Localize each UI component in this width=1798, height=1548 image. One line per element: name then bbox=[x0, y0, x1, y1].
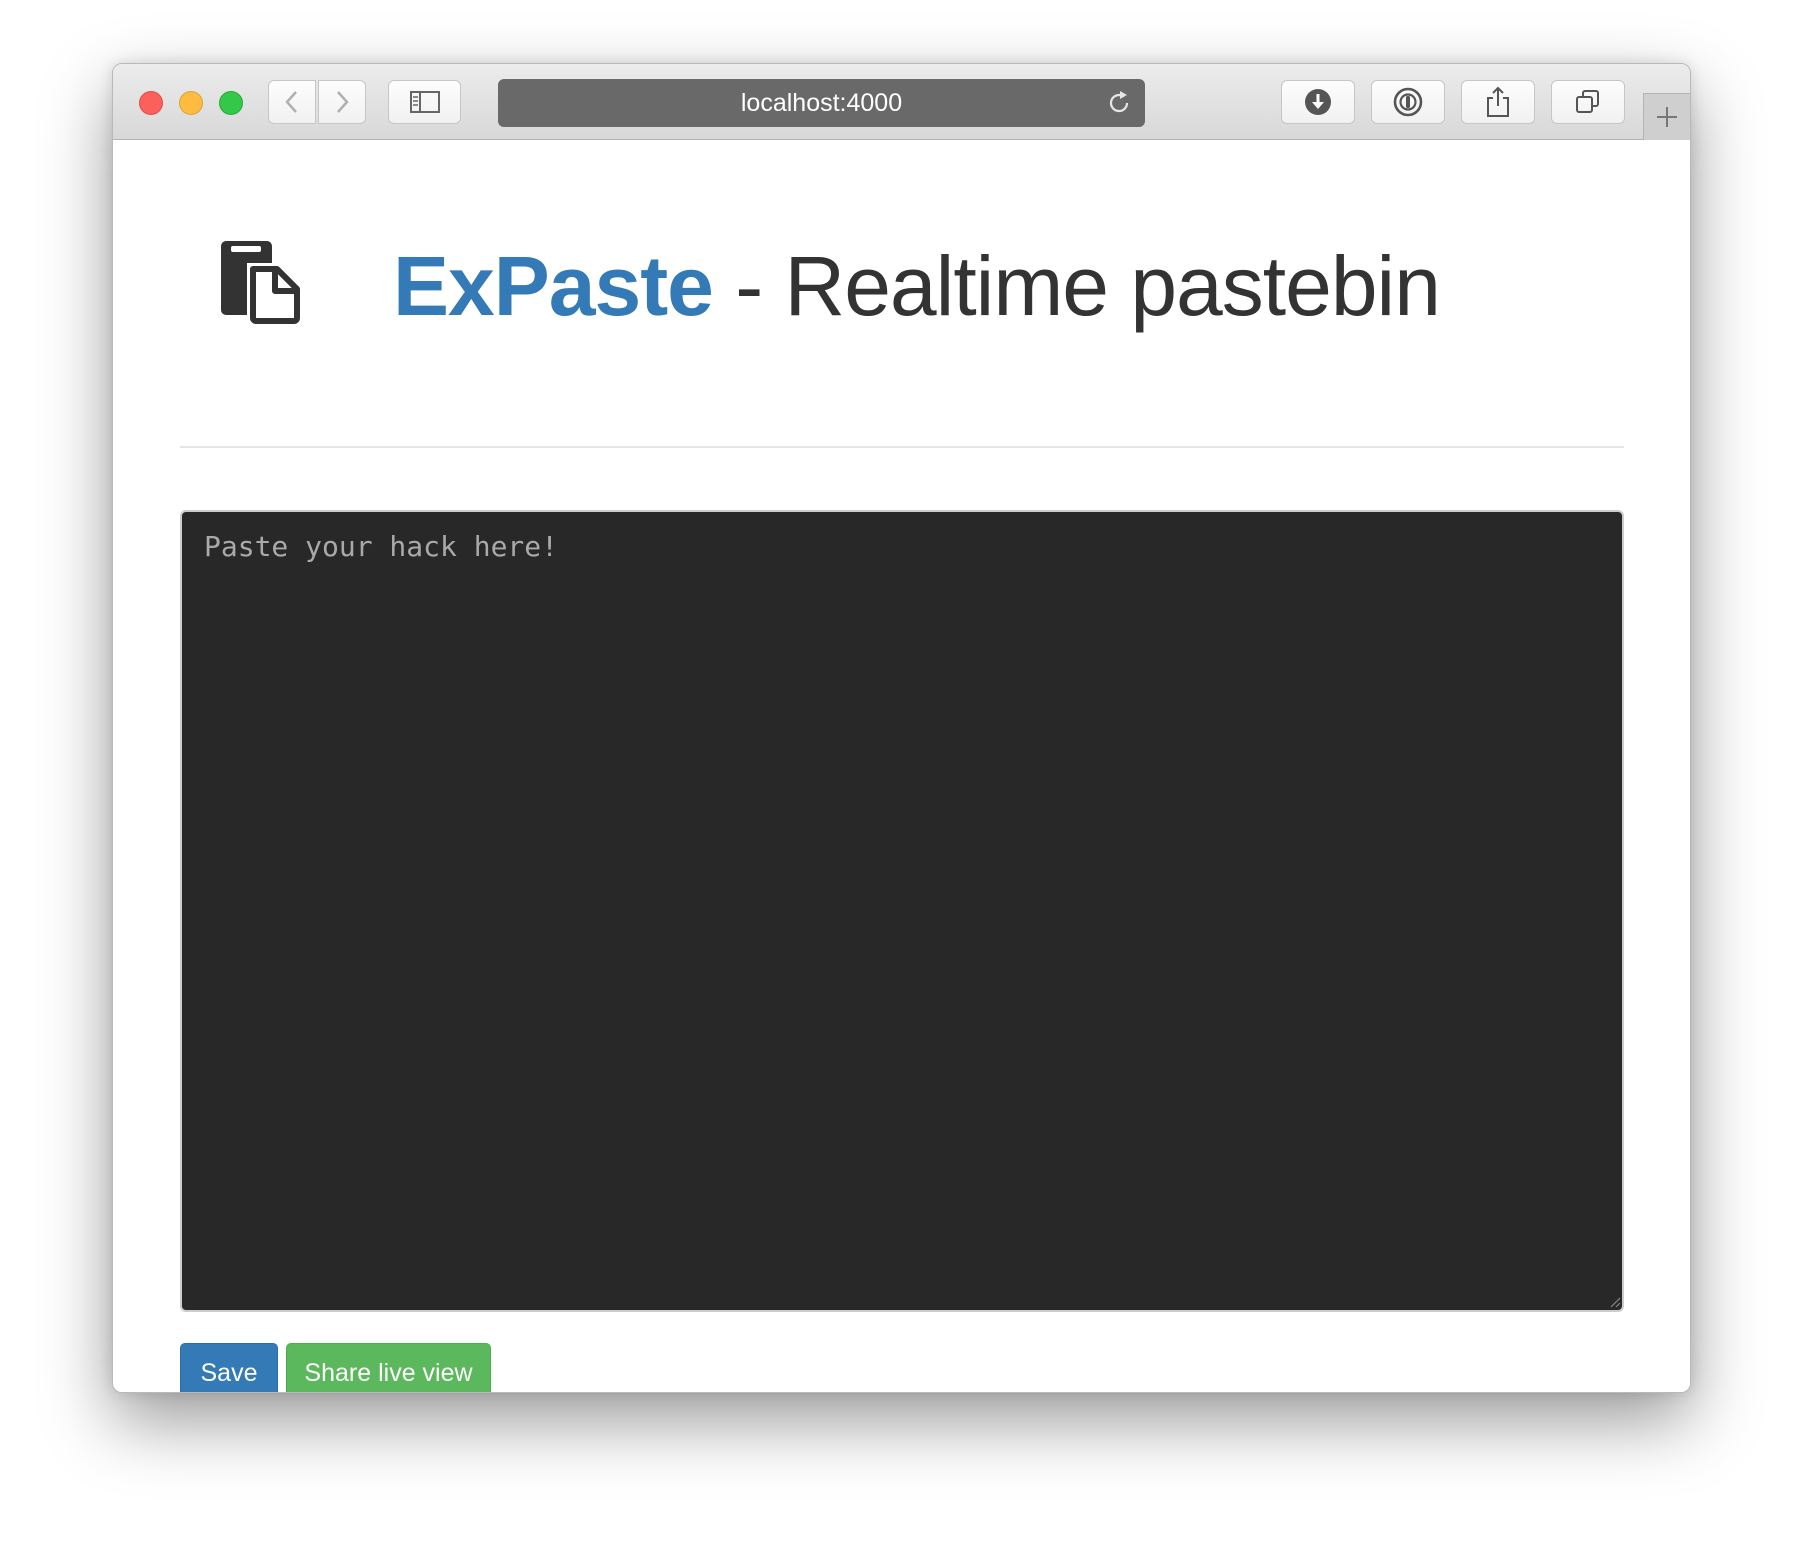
save-button[interactable]: Save bbox=[180, 1343, 278, 1392]
brand-name: ExPaste bbox=[393, 239, 714, 333]
back-button[interactable] bbox=[268, 80, 316, 124]
url-text: localhost:4000 bbox=[740, 88, 903, 117]
tab-overview-button[interactable] bbox=[1551, 80, 1625, 124]
password-manager-button[interactable] bbox=[1371, 80, 1445, 124]
password-manager-icon bbox=[1393, 87, 1423, 117]
reload-icon[interactable] bbox=[1105, 89, 1133, 117]
new-tab-button[interactable] bbox=[1643, 93, 1690, 140]
sidebar-toggle-button[interactable] bbox=[388, 80, 461, 124]
share-icon bbox=[1487, 86, 1509, 117]
forward-button[interactable] bbox=[318, 80, 366, 124]
tabs-icon bbox=[1576, 90, 1599, 113]
address-bar[interactable]: localhost:4000 bbox=[498, 79, 1145, 127]
resize-handle-icon[interactable] bbox=[1609, 1296, 1621, 1308]
maximize-window-button[interactable] bbox=[219, 91, 243, 115]
downloads-button[interactable] bbox=[1281, 80, 1355, 124]
browser-window: localhost:4000 ExPaste - Realtime pasteb… bbox=[112, 63, 1691, 1393]
header-divider bbox=[180, 446, 1624, 448]
paste-icon bbox=[221, 241, 300, 324]
paste-editor[interactable] bbox=[180, 510, 1624, 1312]
page-header: ExPaste - Realtime pastebin bbox=[113, 140, 1690, 380]
forward-icon bbox=[337, 91, 349, 113]
page-content: ExPaste - Realtime pastebin Save Share l… bbox=[113, 140, 1690, 1392]
download-icon bbox=[1305, 89, 1331, 115]
share-live-view-button[interactable]: Share live view bbox=[286, 1343, 491, 1392]
page-title: ExPaste - Realtime pastebin bbox=[393, 236, 1441, 336]
page-subtitle: - Realtime pastebin bbox=[712, 239, 1441, 333]
browser-toolbar: localhost:4000 bbox=[113, 64, 1690, 140]
new-tab-icon bbox=[1657, 107, 1677, 127]
minimize-window-button[interactable] bbox=[179, 91, 203, 115]
close-window-button[interactable] bbox=[139, 91, 163, 115]
back-icon bbox=[285, 91, 297, 113]
sidebar-icon bbox=[409, 91, 440, 113]
share-page-button[interactable] bbox=[1461, 80, 1535, 124]
